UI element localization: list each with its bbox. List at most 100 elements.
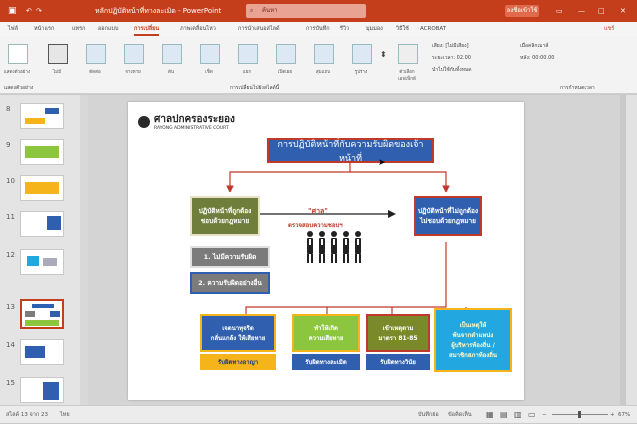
other-liability-box: 2. ความรับผิดอย่างอื่น xyxy=(190,272,270,294)
group-preview-label: แสดงตัวอย่าง xyxy=(4,85,34,91)
tab-acrobat[interactable]: ACROBAT xyxy=(420,22,446,36)
search-box[interactable]: ⌕ ค้นหา xyxy=(246,4,366,18)
zoom-level[interactable]: 67% xyxy=(618,406,630,424)
tab-home[interactable]: หน้าแรก xyxy=(34,22,54,36)
slide-number: 15 xyxy=(6,379,15,387)
officials-illustration xyxy=(304,230,368,264)
transition-reveal-label: เปิดเผย xyxy=(277,70,293,75)
transition-push-label: ดัน xyxy=(168,70,174,75)
ribbon-display-icon[interactable]: ▭ xyxy=(556,0,563,22)
tab-view[interactable]: มุมมอง xyxy=(366,22,383,36)
apply-all-button[interactable]: นำไปใช้กับทั้งหมด xyxy=(432,66,472,74)
damage-box: ทำให้เกิด ความเสียหาย xyxy=(292,314,360,352)
tab-slideshow[interactable]: การนำเสนอสไลด์ xyxy=(238,22,280,36)
sign-in-button[interactable]: ลงชื่อเข้าใช้ xyxy=(505,5,539,17)
slide-thumbnail[interactable] xyxy=(20,211,64,237)
tab-record[interactable]: การบันทึก xyxy=(306,22,330,36)
normal-view-icon[interactable]: ▦ xyxy=(486,406,494,424)
criminal-intent-box: เจตนาทุจริต กลั่นแกล้ง ให้เสียหาย xyxy=(200,314,276,352)
zoom-out-icon[interactable]: − xyxy=(542,406,547,424)
slide-thumbnail-selected[interactable] xyxy=(20,299,64,329)
tort-liability-label: รับผิดทางละเมิด xyxy=(292,354,360,370)
slide-number: 12 xyxy=(6,251,15,259)
zoom-in-icon[interactable]: + xyxy=(610,406,615,424)
slide-thumbnail[interactable] xyxy=(20,377,64,403)
transition-push[interactable]: ดัน xyxy=(156,42,186,82)
language-indicator[interactable]: ไทย xyxy=(60,406,70,424)
slide-thumbnail[interactable] xyxy=(20,139,64,165)
tab-help[interactable]: วิธีใช้ xyxy=(396,22,409,36)
effect-options-icon xyxy=(398,44,418,64)
minimize-icon[interactable]: — xyxy=(578,0,585,22)
transition-fade[interactable]: จางหาย xyxy=(118,42,148,82)
slide-number: 8 xyxy=(6,105,11,113)
search-placeholder: ค้นหา xyxy=(262,7,278,14)
slide-thumbnail[interactable] xyxy=(20,103,64,129)
transition-wipe-icon xyxy=(200,44,220,64)
mouse-cursor-icon: ➤ xyxy=(378,158,386,168)
slide-number: 9 xyxy=(6,141,11,149)
save-icon[interactable]: ▣ xyxy=(8,0,17,22)
slide-thumbnail[interactable] xyxy=(20,249,64,275)
transition-reveal[interactable]: เปิดเผย xyxy=(270,42,300,82)
disciplinary-liability-label: รับผิดทางวินัย xyxy=(366,354,430,370)
transition-split-label: แยก xyxy=(242,70,252,75)
discipline-box: เข้าเหตุตาม มาตรา 81-85 xyxy=(366,314,430,352)
slide-canvas[interactable]: ศาลปกครองระยอง RAYONG ADMINISTRATIVE COU… xyxy=(128,102,524,400)
effect-options-button[interactable]: ตัวเลือกเอฟเฟ็กต์ xyxy=(392,42,422,82)
unlawful-duty-box: ปฏิบัติหน้าที่ไม่ถูกต้อง ไม่ชอบด้วยกฎหมา… xyxy=(414,196,482,236)
transition-wipe[interactable]: เช็ด xyxy=(194,42,224,82)
slide-count: สไลด์ 13 จาก 23 xyxy=(6,412,48,418)
removal-reason-box: เป็นเหตุให้ พ้นจากตำแหน่ง ผู้บริหารท้องถ… xyxy=(434,308,512,372)
effect-options-label: ตัวเลือกเอฟเฟ็กต์ xyxy=(398,70,416,82)
tab-transitions[interactable]: การเปลี่ยน xyxy=(134,22,160,36)
title-bar: ▣ ↶ ↷ หลักปฏิบัติหน้าที่ทางละเมิด - Powe… xyxy=(0,0,637,22)
comments-button[interactable]: ข้อคิดเห็น xyxy=(448,406,472,424)
preview-button[interactable]: แสดงตัวอย่าง xyxy=(2,42,32,82)
ribbon-tabs: ไฟล์ หน้าแรก แทรก ออกแบบ การเปลี่ยน ภาพเ… xyxy=(0,22,637,36)
slides-panel-scrollbar[interactable] xyxy=(80,95,88,405)
tab-insert[interactable]: แทรก xyxy=(72,22,85,36)
transition-none-label: ไม่มี xyxy=(52,70,62,75)
status-bar: สไลด์ 13 จาก 23 ไทย บันทึกย่อ ข้อคิดเห็น… xyxy=(0,405,637,423)
group-transition-label: การเปลี่ยนไปยังสไลด์นี้ xyxy=(230,85,280,91)
zoom-slider-thumb[interactable] xyxy=(578,411,581,418)
window-title: หลักปฏิบัติหน้าที่ทางละเมิด - PowerPoint xyxy=(95,7,222,15)
share-button[interactable]: แชร์ xyxy=(604,22,614,36)
transition-shape[interactable]: รูปร่าง xyxy=(346,42,376,82)
slideshow-icon[interactable]: ▭ xyxy=(528,406,536,424)
transition-random-bars[interactable]: สุ่มแถบ xyxy=(308,42,338,82)
gallery-scroll-icon[interactable]: ⬍ xyxy=(380,50,387,59)
transition-split-icon xyxy=(238,44,258,64)
tab-animations[interactable]: ภาพเคลื่อนไหว xyxy=(180,22,216,36)
reading-view-icon[interactable]: ▥ xyxy=(514,406,522,424)
duration-field[interactable]: ระยะเวลา: 02.00 xyxy=(432,54,471,62)
editor-scrollbar[interactable] xyxy=(626,95,637,405)
sound-dropdown[interactable]: เสียง: [ไม่มีเสียง] xyxy=(432,42,469,50)
slide-number: 10 xyxy=(6,177,15,185)
slide-thumbnail[interactable] xyxy=(20,339,64,365)
undo-icon[interactable]: ↶ xyxy=(26,0,32,22)
tab-design[interactable]: ออกแบบ xyxy=(98,22,118,36)
slide-sorter-icon[interactable]: ▤ xyxy=(500,406,508,424)
slide-thumbnail[interactable] xyxy=(20,175,64,201)
tab-review[interactable]: รีวิว xyxy=(340,22,349,36)
slide-number: 11 xyxy=(6,213,15,221)
transition-push-icon xyxy=(162,44,182,64)
slides-panel: 8 9 10 11 12 13 14 15 xyxy=(0,95,80,405)
after-field[interactable]: หลัง: 00:00.00 xyxy=(520,54,554,62)
transition-none[interactable]: ไม่มี xyxy=(42,42,72,82)
transition-random-bars-label: สุ่มแถบ xyxy=(315,70,331,75)
redo-icon[interactable]: ↷ xyxy=(36,0,42,22)
transition-split[interactable]: แยก xyxy=(232,42,262,82)
transition-fade-icon xyxy=(124,44,144,64)
maximize-icon[interactable]: □ xyxy=(598,0,605,22)
court-label: "ศาล" xyxy=(308,207,328,215)
transition-cut[interactable]: ตัดต่อ xyxy=(80,42,110,82)
close-icon[interactable]: ✕ xyxy=(620,0,626,22)
transition-cut-icon xyxy=(86,44,106,64)
criminal-liability-label: รับผิดทางอาญา xyxy=(200,354,276,370)
on-click-checkbox[interactable]: เมื่อคลิกเมาส์ xyxy=(520,42,548,50)
tab-file[interactable]: ไฟล์ xyxy=(8,22,18,36)
notes-button[interactable]: บันทึกย่อ xyxy=(418,406,439,424)
